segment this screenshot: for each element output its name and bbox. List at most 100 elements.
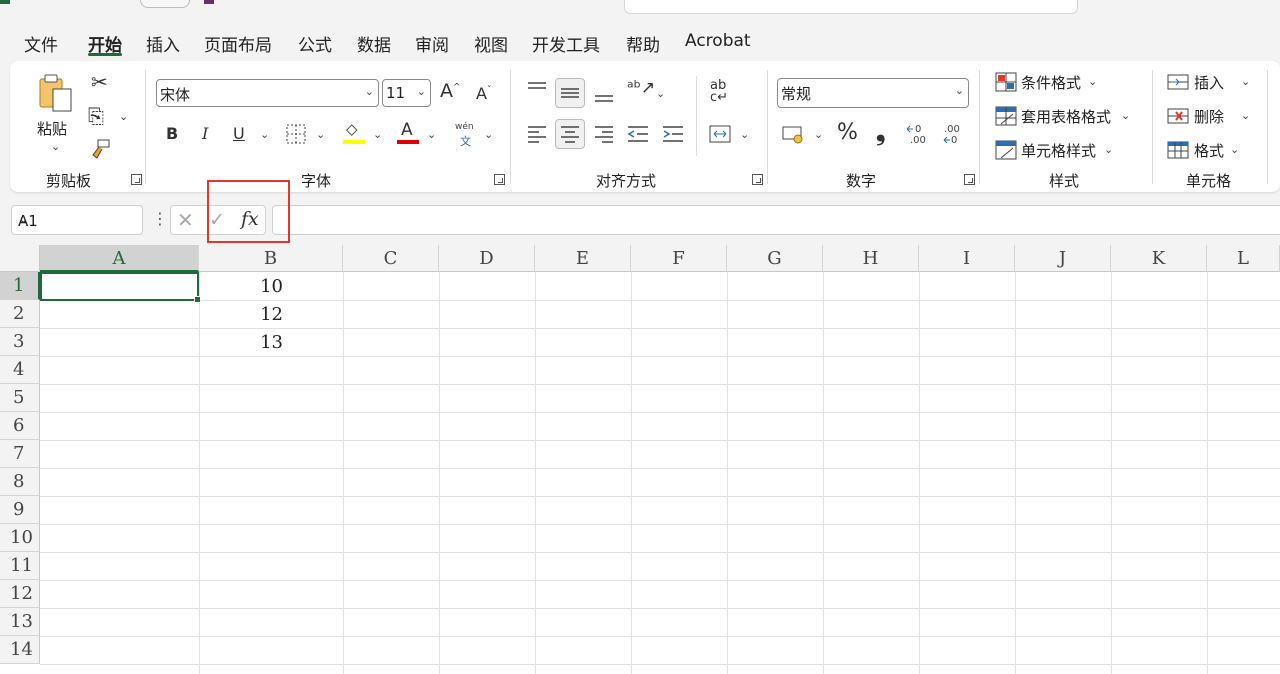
cell-B2[interactable]: 12: [199, 304, 283, 325]
font-launcher-icon[interactable]: [494, 174, 505, 185]
autosave-toggle[interactable]: [140, 0, 190, 8]
row-header-3[interactable]: 3: [0, 328, 40, 356]
underline-dropdown-icon[interactable]: ⌄: [260, 128, 269, 141]
italic-button[interactable]: I: [202, 126, 208, 142]
column-header-L[interactable]: L: [1207, 245, 1280, 272]
font-size-select[interactable]: 11 ⌄: [382, 79, 431, 107]
orientation-dropdown-icon[interactable]: ⌄: [656, 87, 665, 100]
number-format-select[interactable]: 常规 ⌄: [777, 78, 969, 108]
cancel-icon[interactable]: ✕: [177, 208, 194, 232]
paste-button[interactable]: 粘贴 ⌄: [32, 70, 78, 156]
paste-dropdown-icon[interactable]: ⌄: [51, 140, 60, 153]
fill-handle[interactable]: [194, 296, 201, 303]
row-header-1[interactable]: 1: [0, 272, 40, 300]
row-header-12[interactable]: 12: [0, 580, 40, 608]
align-center-button[interactable]: [555, 119, 585, 149]
clipboard-launcher-icon[interactable]: [131, 174, 142, 185]
tab-view[interactable]: 视图: [474, 31, 508, 56]
select-all-corner[interactable]: [0, 245, 40, 272]
delete-cells-button[interactable]: 删除 ⌄: [1167, 104, 1257, 128]
format-painter-icon[interactable]: [89, 138, 111, 160]
row-header-10[interactable]: 10: [0, 524, 40, 552]
comma-style-button[interactable]: ❟: [876, 120, 885, 144]
cell-styles-button[interactable]: 单元格样式 ⌄: [995, 138, 1145, 162]
align-middle-button[interactable]: [555, 78, 585, 108]
insert-cells-button[interactable]: 插入 ⌄: [1167, 70, 1257, 94]
column-header-F[interactable]: F: [631, 245, 727, 272]
tab-help[interactable]: 帮助: [626, 31, 660, 56]
increase-indent-icon[interactable]: [662, 125, 684, 143]
column-header-C[interactable]: C: [343, 245, 439, 272]
font-color-button[interactable]: A: [396, 121, 420, 145]
name-box[interactable]: A1 ⌄: [11, 205, 143, 235]
fill-dropdown-icon[interactable]: ⌄: [373, 128, 382, 141]
decrease-font-icon[interactable]: Aˇ: [476, 86, 491, 102]
tab-insert[interactable]: 插入: [146, 31, 180, 56]
increase-decimal-icon[interactable]: 0.00: [906, 122, 932, 146]
search-box[interactable]: [624, 0, 1078, 14]
row-header-11[interactable]: 11: [0, 552, 40, 580]
row-header-6[interactable]: 6: [0, 412, 40, 440]
bold-button[interactable]: B: [166, 126, 178, 142]
fill-color-button[interactable]: ◇: [342, 121, 366, 145]
column-header-J[interactable]: J: [1015, 245, 1111, 272]
tab-acrobat[interactable]: Acrobat: [685, 31, 751, 51]
decrease-decimal-icon[interactable]: .000: [942, 122, 968, 146]
cell-B3[interactable]: 13: [199, 332, 283, 353]
formula-input[interactable]: [272, 205, 1280, 235]
align-top-icon[interactable]: [527, 80, 547, 98]
row-header-13[interactable]: 13: [0, 608, 40, 636]
underline-button[interactable]: U: [233, 126, 245, 142]
format-as-table-button[interactable]: 套用表格格式 ⌄: [995, 104, 1145, 128]
column-header-I[interactable]: I: [919, 245, 1015, 272]
phonetic-dropdown-icon[interactable]: ⌄: [484, 128, 493, 141]
column-header-H[interactable]: H: [823, 245, 919, 272]
merge-dropdown-icon[interactable]: ⌄: [740, 128, 749, 141]
cut-icon[interactable]: ✂: [91, 72, 108, 92]
wrap-text-icon[interactable]: ab c↵: [710, 79, 728, 104]
decrease-indent-icon[interactable]: [627, 125, 649, 143]
row-header-4[interactable]: 4: [0, 356, 40, 384]
tab-review[interactable]: 审阅: [415, 31, 449, 56]
row-header-2[interactable]: 2: [0, 300, 40, 328]
format-cells-button[interactable]: 格式 ⌄: [1167, 138, 1257, 162]
column-header-G[interactable]: G: [727, 245, 823, 272]
align-left-icon[interactable]: [527, 125, 547, 143]
copy-dropdown-icon[interactable]: ⌄: [119, 110, 128, 123]
tab-page-layout[interactable]: 页面布局: [204, 31, 272, 56]
tab-formulas[interactable]: 公式: [298, 31, 332, 56]
accounting-format-icon[interactable]: [782, 124, 806, 144]
borders-dropdown-icon[interactable]: ⌄: [316, 128, 325, 141]
merge-center-icon[interactable]: [709, 124, 731, 144]
number-launcher-icon[interactable]: [964, 174, 975, 185]
tab-developer[interactable]: 开发工具: [532, 31, 600, 56]
accounting-dropdown-icon[interactable]: ⌄: [814, 128, 823, 141]
row-header-9[interactable]: 9: [0, 496, 40, 524]
align-right-icon[interactable]: [594, 125, 614, 143]
conditional-formatting-button[interactable]: 条件格式 ⌄: [995, 70, 1145, 94]
borders-icon[interactable]: [286, 124, 306, 144]
row-header-5[interactable]: 5: [0, 384, 40, 412]
row-header-14[interactable]: 14: [0, 636, 40, 664]
column-header-A[interactable]: A: [40, 245, 199, 272]
percent-button[interactable]: %: [837, 122, 858, 144]
phonetic-button[interactable]: wén 文: [455, 122, 477, 148]
column-header-K[interactable]: K: [1111, 245, 1207, 272]
column-header-B[interactable]: B: [199, 245, 343, 272]
copy-icon[interactable]: ⎘: [88, 106, 104, 126]
increase-font-icon[interactable]: A^: [440, 82, 461, 101]
align-bottom-icon[interactable]: [594, 86, 614, 104]
active-cell-A1[interactable]: [40, 272, 201, 303]
row-header-8[interactable]: 8: [0, 468, 40, 496]
tab-data[interactable]: 数据: [357, 31, 391, 56]
row-header-7[interactable]: 7: [0, 440, 40, 468]
font-name-select[interactable]: 宋体 ⌄: [156, 79, 379, 107]
font-color-dropdown-icon[interactable]: ⌄: [427, 128, 436, 141]
cell-B1[interactable]: 10: [199, 276, 283, 297]
tab-file[interactable]: 文件: [24, 31, 58, 56]
alignment-launcher-icon[interactable]: [752, 174, 763, 185]
column-header-D[interactable]: D: [439, 245, 535, 272]
column-header-E[interactable]: E: [535, 245, 631, 272]
orientation-icon[interactable]: ᵃᵇ↗: [627, 80, 655, 97]
more-options-icon[interactable]: ⋮: [152, 209, 168, 228]
